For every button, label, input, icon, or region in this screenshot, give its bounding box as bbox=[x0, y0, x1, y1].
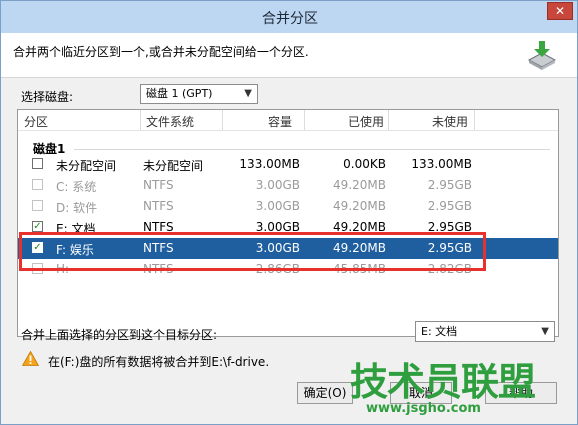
cell-used: 49.20MB bbox=[333, 220, 386, 234]
target-partition-label: 合并上面选择的分区到这个目标分区: bbox=[21, 328, 218, 342]
partition-row: C: 系统 NTFS 3.00GB 49.20MB 2.95GB bbox=[18, 175, 558, 196]
cell-used: 49.20MB bbox=[333, 241, 386, 255]
merge-partition-dialog: 合并分区 ✕ 合并两个临近分区到一个,或合并未分配空间给一个分区. 选择磁盘: … bbox=[0, 0, 578, 425]
partition-checkbox[interactable]: ✓ bbox=[32, 221, 43, 232]
disk-select[interactable]: 磁盘 1 (GPT) ▼ bbox=[140, 84, 258, 104]
partition-row[interactable]: 未分配空间 未分配空间 133.00MB 0.00KB 133.00MB bbox=[18, 154, 558, 175]
cell-partition: H: bbox=[56, 262, 70, 276]
title-bar: 合并分区 ✕ bbox=[1, 1, 577, 33]
cell-partition: D: 软件 bbox=[56, 201, 98, 215]
help-button[interactable]: 帮助 bbox=[485, 382, 557, 404]
partition-row: H: NTFS 2.86GB 45.85MB 2.82GB bbox=[18, 259, 558, 280]
cell-free: 2.95GB bbox=[427, 220, 472, 234]
cell-fs: NTFS bbox=[143, 241, 174, 255]
column-header-used[interactable]: 已使用 bbox=[348, 113, 384, 130]
cell-fs: NTFS bbox=[143, 220, 174, 234]
column-header-capacity[interactable]: 容量 bbox=[268, 113, 292, 130]
column-divider[interactable] bbox=[140, 110, 141, 130]
cell-used: 0.00KB bbox=[343, 157, 386, 171]
cell-fs: 未分配空间 bbox=[143, 159, 204, 173]
close-button[interactable]: ✕ bbox=[547, 2, 573, 20]
partition-checkbox[interactable]: ✓ bbox=[32, 242, 43, 253]
list-header: 分区 文件系统 容量 已使用 未使用 bbox=[18, 110, 558, 131]
cell-free: 2.95GB bbox=[427, 178, 472, 192]
cell-used: 49.20MB bbox=[333, 199, 386, 213]
column-header-partition[interactable]: 分区 bbox=[24, 113, 48, 130]
cell-capacity: 133.00MB bbox=[239, 157, 300, 171]
cell-partition: 未分配空间 bbox=[56, 159, 117, 173]
window-title: 合并分区 bbox=[262, 11, 318, 27]
column-header-free[interactable]: 未使用 bbox=[432, 113, 468, 130]
target-partition-select[interactable]: E: 文档 ▼ bbox=[415, 321, 555, 342]
partition-checkbox bbox=[32, 179, 43, 190]
disk-select-label: 选择磁盘: bbox=[21, 90, 74, 104]
warning-icon bbox=[22, 351, 39, 366]
cell-capacity: 2.86GB bbox=[255, 262, 300, 276]
partition-row: D: 软件 NTFS 3.00GB 49.20MB 2.95GB bbox=[18, 196, 558, 217]
cell-partition: F: 娱乐 bbox=[56, 243, 94, 257]
cell-capacity: 3.00GB bbox=[255, 241, 300, 255]
cell-fs: NTFS bbox=[143, 178, 174, 192]
cell-partition: E: 文档 bbox=[56, 222, 96, 236]
ok-button[interactable]: 确定(O) bbox=[297, 382, 353, 404]
cell-capacity: 3.00GB bbox=[255, 178, 300, 192]
partition-row[interactable]: ✓ E: 文档 NTFS 3.00GB 49.20MB 2.95GB bbox=[18, 217, 558, 238]
column-divider[interactable] bbox=[474, 110, 475, 130]
column-header-filesystem[interactable]: 文件系统 bbox=[146, 113, 194, 130]
cell-partition: C: 系统 bbox=[56, 180, 97, 194]
cell-used: 45.85MB bbox=[333, 262, 386, 276]
partition-checkbox bbox=[32, 263, 43, 274]
cell-free: 133.00MB bbox=[411, 157, 472, 171]
cell-fs: NTFS bbox=[143, 262, 174, 276]
chevron-down-icon: ▼ bbox=[244, 88, 252, 99]
disk-select-value: 磁盘 1 (GPT) bbox=[146, 87, 213, 100]
cell-fs: NTFS bbox=[143, 199, 174, 213]
cell-used: 49.20MB bbox=[333, 178, 386, 192]
header-description: 合并两个临近分区到一个,或合并未分配空间给一个分区. bbox=[13, 45, 309, 59]
group-divider bbox=[74, 149, 550, 150]
partition-list: 分区 文件系统 容量 已使用 未使用 磁盘1 未分配空间 未分配空间 133.00M… bbox=[17, 109, 559, 337]
dialog-header: 合并两个临近分区到一个,或合并未分配空间给一个分区. bbox=[1, 33, 577, 78]
cell-capacity: 3.00GB bbox=[255, 220, 300, 234]
partition-checkbox[interactable] bbox=[32, 158, 43, 169]
column-divider[interactable] bbox=[388, 110, 389, 130]
chevron-down-icon: ▼ bbox=[541, 326, 549, 337]
cell-free: 2.82GB bbox=[427, 262, 472, 276]
dialog-body: 选择磁盘: 磁盘 1 (GPT) ▼ 分区 文件系统 容量 已使用 未使用 磁盘… bbox=[1, 78, 577, 424]
partition-checkbox bbox=[32, 200, 43, 211]
column-divider[interactable] bbox=[304, 110, 305, 130]
cell-capacity: 3.00GB bbox=[255, 199, 300, 213]
partition-row[interactable]: ✓ F: 娱乐 NTFS 3.00GB 49.20MB 2.95GB bbox=[18, 238, 558, 259]
cancel-button[interactable]: 取消 bbox=[390, 382, 452, 404]
merge-drive-icon bbox=[527, 41, 557, 70]
cell-free: 2.95GB bbox=[427, 241, 472, 255]
warning-message: 在(F:)盘的所有数据将被合并到E:\f-drive. bbox=[48, 355, 270, 369]
column-divider[interactable] bbox=[222, 110, 223, 130]
cell-free: 2.95GB bbox=[427, 199, 472, 213]
target-partition-value: E: 文档 bbox=[421, 325, 458, 338]
